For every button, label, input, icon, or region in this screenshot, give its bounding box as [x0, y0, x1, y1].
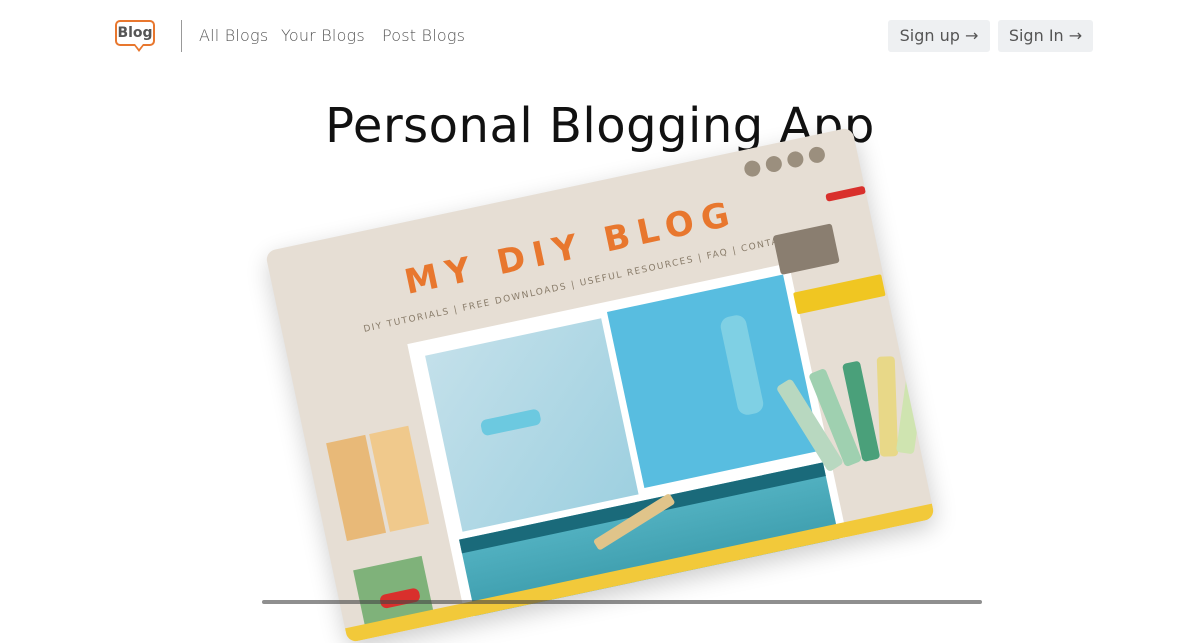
sign-up-button[interactable]: Sign up →	[888, 20, 990, 52]
facebook-icon	[764, 154, 784, 174]
swatch	[895, 352, 928, 455]
nav-divider	[181, 20, 182, 52]
logo-bubble: Blog	[115, 20, 155, 46]
twitter-icon	[785, 149, 805, 169]
scraper-tool	[772, 223, 840, 275]
nav-link-all-blogs[interactable]: All Blogs	[199, 26, 268, 45]
google-plus-icon	[742, 159, 762, 179]
spirit-level	[793, 274, 886, 315]
blog-logo[interactable]: Blog	[115, 20, 159, 54]
top-navbar: Blog All Blogs Your Blogs Post Blogs Sig…	[0, 0, 1200, 70]
hero-image: MY DIY BLOG DIY TUTORIALS | FREE DOWNLOA…	[264, 126, 936, 643]
instagram-icon	[807, 145, 827, 165]
bottom-shadow	[262, 600, 982, 604]
sign-in-button[interactable]: Sign In →	[998, 20, 1093, 52]
swatch	[876, 356, 899, 457]
hero-image-card: MY DIY BLOG DIY TUTORIALS | FREE DOWNLOA…	[264, 126, 936, 643]
nav-link-your-blogs[interactable]: Your Blogs	[281, 26, 365, 45]
page-title: Personal Blogging App	[325, 98, 875, 155]
nav-link-post-blogs[interactable]: Post Blogs	[382, 26, 465, 45]
logo-tail-inner	[135, 44, 143, 49]
